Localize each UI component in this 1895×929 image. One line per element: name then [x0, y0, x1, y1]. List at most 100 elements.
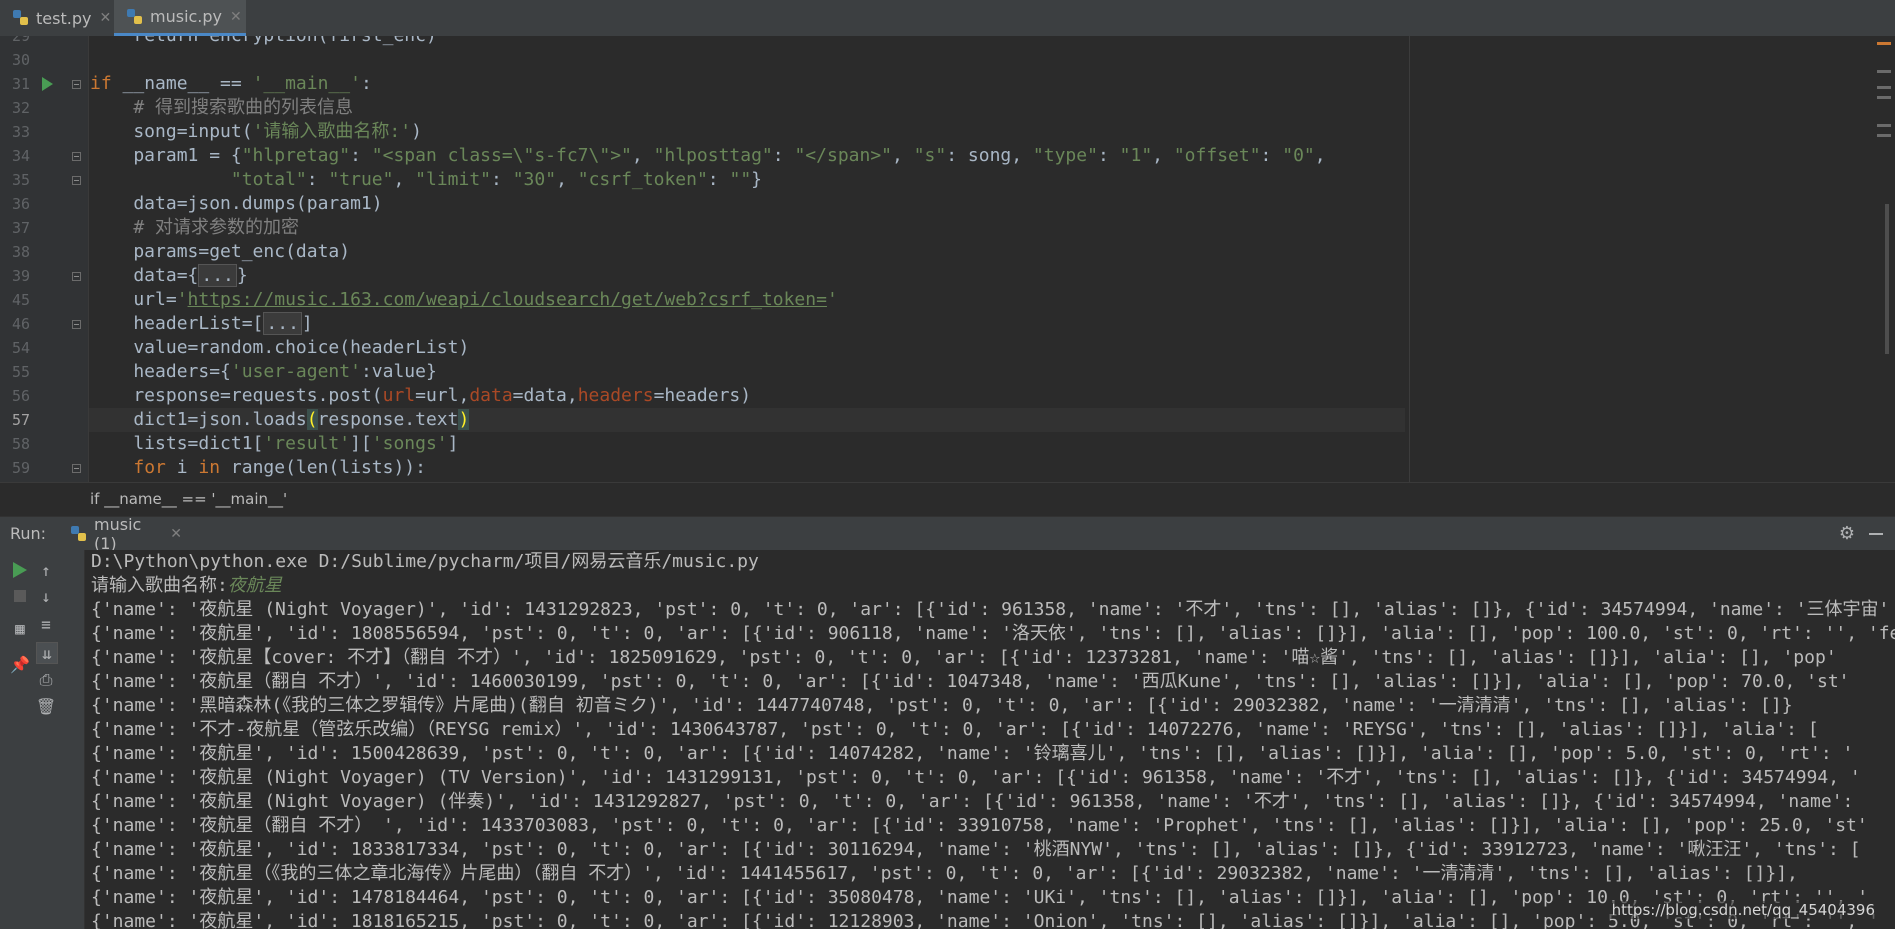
line-number: 39 [11, 267, 30, 285]
console-output[interactable]: D:\Python\python.exe D:/Sublime/pycharm/… [85, 550, 1895, 929]
up-arrow-icon[interactable]: ↑ [36, 560, 56, 580]
stop-icon[interactable] [10, 586, 30, 606]
line-number: 36 [11, 195, 30, 213]
code-line[interactable]: "total": "true", "limit": "30", "csrf_to… [90, 168, 762, 192]
line-number: 30 [11, 51, 30, 69]
line-number: 57 [11, 411, 30, 429]
editor-tab-bar: test.py ✕ music.py ✕ [0, 0, 1895, 37]
fold-marker-icon[interactable] [72, 152, 81, 161]
code-line[interactable]: url='https://music.163.com/weapi/cloudse… [90, 288, 837, 312]
code-line[interactable]: params=get_enc(data) [90, 240, 350, 264]
console-line: {'name': '夜航星 (Night Voyager) (伴奏)', 'id… [91, 791, 1854, 812]
console-command-line: D:\Python\python.exe D:/Sublime/pycharm/… [91, 551, 759, 572]
line-number: 37 [11, 219, 30, 237]
line-number: 29 [11, 36, 30, 45]
line-number: 59 [11, 459, 30, 477]
console-line: {'name': '夜航星', 'id': 1808556594, 'pst':… [91, 623, 1895, 644]
code-line[interactable]: value=random.choice(headerList) [90, 336, 469, 360]
code-line[interactable]: dict1=json.loads(response.text) [90, 408, 470, 432]
soft-wrap-icon[interactable]: ≡ [36, 614, 56, 634]
fold-marker-icon[interactable] [72, 80, 81, 89]
console-line: {'name': '夜航星【cover: 不才】（翻自 不才）', 'id': … [91, 647, 1837, 668]
right-margin-guide [1409, 36, 1410, 482]
console-line: {'name': '夜航星 (Night Voyager) (TV Versio… [91, 767, 1861, 788]
close-icon[interactable]: ✕ [230, 9, 242, 25]
console-line: {'name': '夜航星', 'id': 1833817334, 'pst':… [91, 839, 1861, 860]
code-line[interactable]: lists=dict1['result']['songs'] [90, 432, 458, 456]
error-stripe-marker[interactable] [1877, 86, 1891, 89]
fold-marker-icon[interactable] [72, 176, 81, 185]
code-line[interactable]: data=json.dumps(param1) [90, 192, 382, 216]
code-editor[interactable]: 2930313233343536373839454654555657585960… [0, 36, 1895, 482]
close-icon[interactable]: ✕ [99, 10, 111, 26]
error-stripe-marker[interactable] [1877, 42, 1891, 45]
code-line[interactable]: if __name__ == '__main__': [90, 72, 372, 96]
trash-icon[interactable]: 🗑 [36, 696, 56, 716]
line-number: 32 [11, 99, 30, 117]
code-line[interactable]: return encryption(first_enc) [90, 36, 436, 48]
line-number: 56 [11, 387, 30, 405]
python-file-icon [126, 8, 144, 26]
code-line[interactable]: headerList=[...] [90, 312, 313, 336]
minimize-icon[interactable] [1869, 533, 1883, 535]
run-config-tab[interactable]: music (1) ✕ [64, 514, 182, 553]
console-input-line: 请输入歌曲名称:夜航星 [91, 574, 282, 598]
fold-marker-icon[interactable] [72, 320, 81, 329]
line-number: 45 [11, 291, 30, 309]
console-line: {'name': '夜航星（翻自 不才）', 'id': 1460030199,… [91, 671, 1850, 692]
pin-icon[interactable]: 📌 [10, 654, 30, 674]
gear-icon[interactable]: ⚙ [1839, 523, 1855, 544]
code-line[interactable]: for i in range(len(lists)): [90, 456, 426, 480]
line-number: 34 [11, 147, 30, 165]
tab-music-py[interactable]: music.py ✕ [114, 0, 246, 36]
run-tab-label: music (1) [94, 514, 142, 553]
code-line[interactable]: # 对请求参数的加密 [90, 216, 299, 240]
input-prompt: 请输入歌曲名称: [91, 575, 228, 596]
close-icon[interactable]: ✕ [170, 526, 182, 542]
breadcrumb[interactable]: if __name__ == '__main__' [0, 482, 1895, 516]
fold-marker-icon[interactable] [72, 464, 81, 473]
console-line: {'name': '夜航星（翻自 不才） ', 'id': 1433703083… [91, 815, 1868, 836]
line-number: 38 [11, 243, 30, 261]
run-toolbar: ↑ ↓ ≡ ⇊ ▦ 📌 ⎙ 🗑 [0, 550, 85, 929]
line-number: 54 [11, 339, 30, 357]
console-line: {'name': '不才-夜航星（管弦乐改编）（REYSG remix）', '… [91, 719, 1819, 740]
print-icon[interactable]: ⎙ [36, 670, 56, 690]
line-number: 58 [11, 435, 30, 453]
tab-label: test.py [36, 8, 92, 28]
console-line: {'name': '夜航星', 'id': 1500428639, 'pst':… [91, 743, 1854, 764]
watermark: https://blog.csdn.net/qq_45404396 [1609, 901, 1877, 919]
code-line[interactable]: # 得到搜索歌曲的列表信息 [90, 96, 353, 120]
error-stripe-marker[interactable] [1877, 124, 1891, 127]
line-number: 33 [11, 123, 30, 141]
code-line[interactable]: response=requests.post(url=url,data=data… [90, 384, 751, 408]
python-file-icon [70, 525, 88, 543]
tab-test-py[interactable]: test.py ✕ [0, 0, 112, 36]
line-number: 55 [11, 363, 30, 381]
error-stripe-marker[interactable] [1877, 70, 1891, 73]
code-line[interactable]: song=input('请输入歌曲名称:') [90, 120, 422, 144]
error-stripe-marker[interactable] [1877, 96, 1891, 99]
python-file-icon [12, 9, 30, 27]
scroll-to-end-icon[interactable]: ⇊ [36, 642, 58, 664]
line-number: 35 [11, 171, 30, 189]
console-line: {'name': '夜航星（《我的三体之章北海传》片尾曲）（翻自 不才）', '… [91, 863, 1798, 884]
layout-icon[interactable]: ▦ [10, 618, 30, 638]
code-line[interactable]: param1 = {"hlpretag": "<span class=\"s-f… [90, 144, 1325, 168]
scroll-thumb[interactable] [1885, 204, 1889, 354]
code-line[interactable]: data={...} [90, 264, 248, 288]
run-label: Run: [10, 524, 47, 543]
code-line[interactable]: headers={'user-agent':value} [90, 360, 436, 384]
line-number-gutter: 2930313233343536373839454654555657585960 [0, 36, 89, 482]
run-gutter-icon[interactable] [42, 77, 53, 91]
editor-scrollbar[interactable] [1869, 36, 1895, 482]
input-value: 夜航星 [227, 575, 282, 596]
run-tool-window-header: Run: music (1) ✕ ⚙ [0, 514, 1895, 553]
console-line: {'name': '黑暗森林(《我的三体之罗辑传》片尾曲)(翻自 初音ミク)',… [91, 695, 1793, 716]
line-number: 31 [11, 75, 30, 93]
rerun-icon[interactable] [10, 560, 30, 580]
error-stripe-marker[interactable] [1877, 134, 1891, 137]
fold-marker-icon[interactable] [72, 272, 81, 281]
breadcrumb-item[interactable]: if __name__ == '__main__' [90, 490, 287, 508]
down-arrow-icon[interactable]: ↓ [36, 586, 56, 606]
